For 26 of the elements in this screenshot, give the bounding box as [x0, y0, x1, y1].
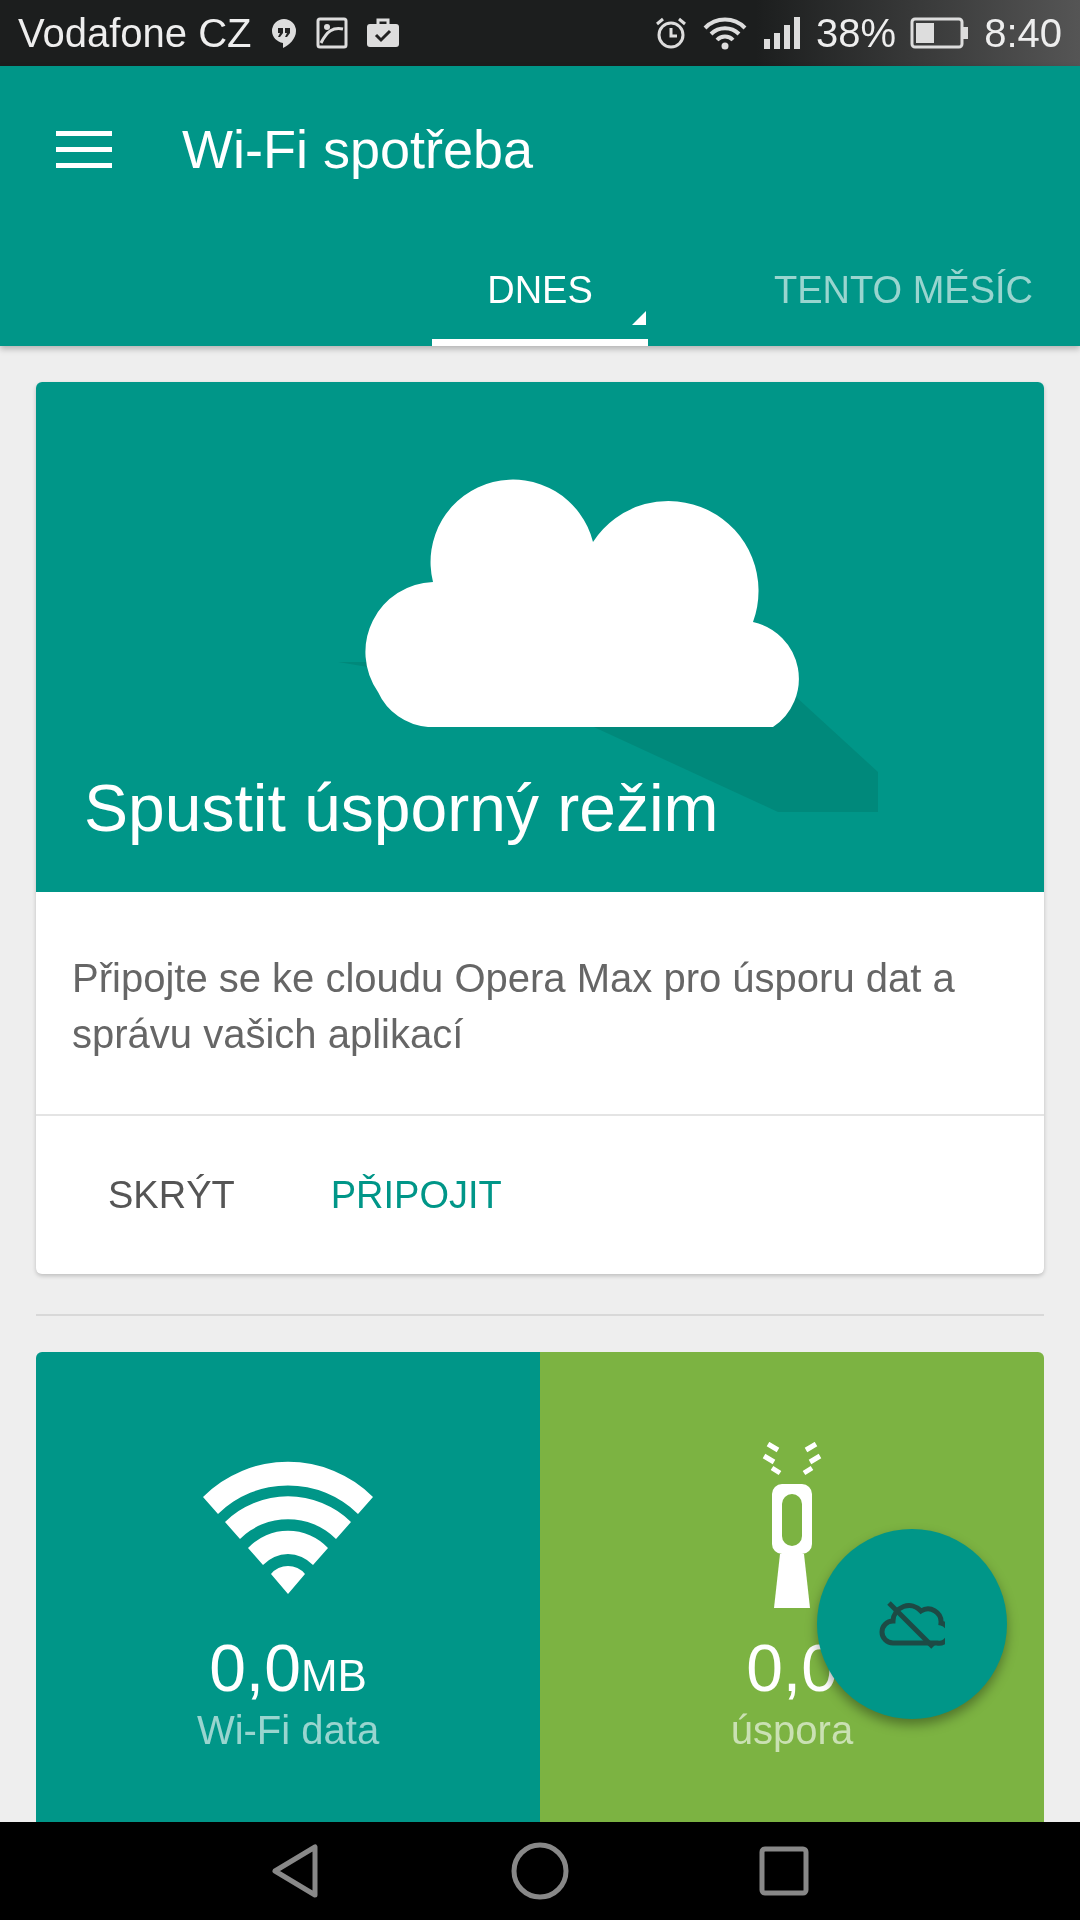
clock: 8:40: [984, 10, 1062, 56]
dropdown-corner-icon[interactable]: [632, 311, 646, 326]
battery-icon: [910, 17, 971, 50]
tab[interactable]: DNES: [432, 231, 648, 347]
data-amount: 0,0MB: [209, 1630, 367, 1707]
tile-label: úspora: [730, 1708, 854, 1754]
action-button[interactable]: PŘIPOJIT: [294, 1160, 538, 1231]
image-icon: [315, 17, 348, 50]
screen-title: Wi-Fi spotřeba: [182, 118, 534, 180]
recents-icon[interactable]: [759, 1846, 809, 1897]
menu-icon[interactable]: [56, 129, 112, 169]
cloud-off-icon: [879, 1599, 945, 1650]
signal-icon: [762, 17, 803, 50]
wifi-icon: [702, 16, 749, 51]
briefcase-check-icon: [365, 18, 400, 49]
chat-bubble-icon: [269, 17, 298, 50]
action-button[interactable]: SKRÝT: [72, 1160, 271, 1231]
battery-percent: 38%: [816, 10, 897, 56]
back-icon[interactable]: [271, 1843, 321, 1900]
tile-label: Wi-Fi data: [196, 1708, 380, 1754]
tab[interactable]: TENTO MĚSÍC: [748, 231, 1059, 347]
alarm-icon: [654, 16, 689, 51]
carrier-name: Vodafone CZ: [18, 10, 252, 56]
card-title: Spustit úsporný režim: [83, 770, 719, 848]
home-icon[interactable]: [511, 1842, 569, 1901]
card-description: Připojte se ke cloudu Opera Max pro úsporu dat a správu vašich aplikací: [36, 892, 1044, 1117]
